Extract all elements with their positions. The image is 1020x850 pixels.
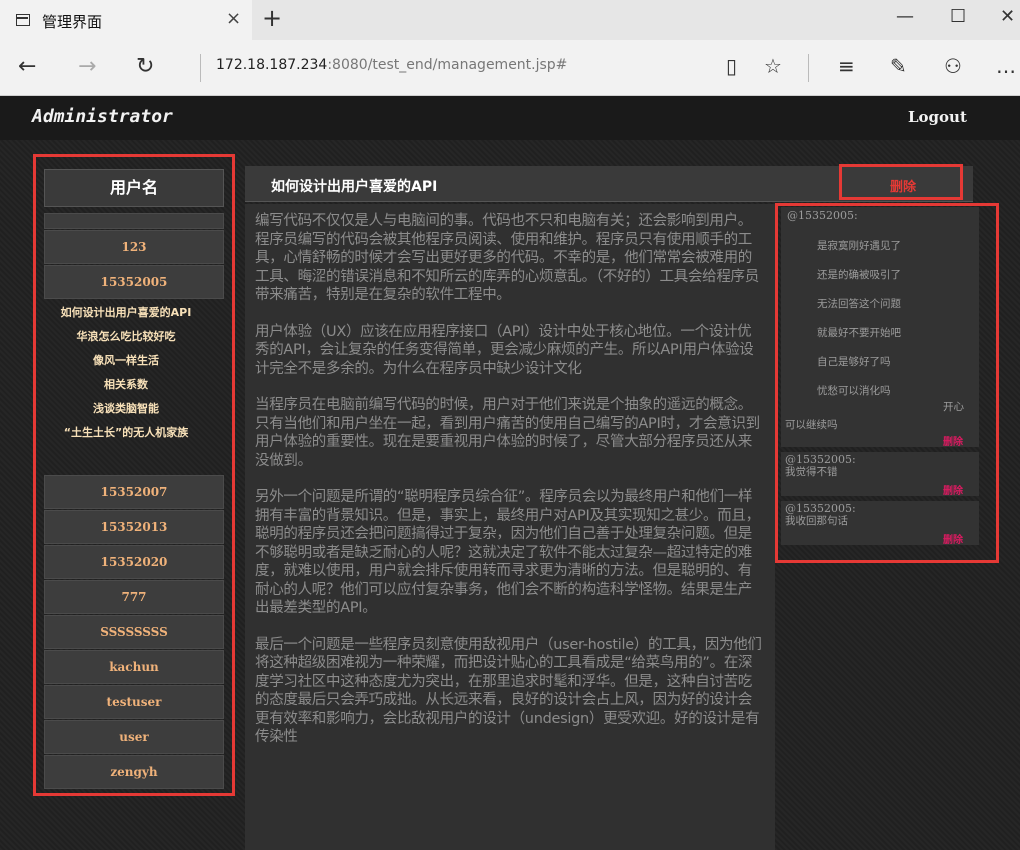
comment-item: @15352005: 我觉得不错 删除 bbox=[781, 452, 979, 497]
user-item[interactable] bbox=[44, 213, 224, 229]
comment-line: 忧愁可以消化吗 bbox=[817, 385, 891, 397]
user-item[interactable]: 15352020 bbox=[44, 545, 224, 579]
article-item[interactable]: “土生土长”的无人机家族 bbox=[30, 421, 222, 445]
article-item[interactable]: 如何设计出用户喜爱的API bbox=[30, 301, 222, 325]
address-bar[interactable]: 172.18.187.234:8080/test_end/management.… bbox=[216, 57, 567, 73]
hub-icon[interactable]: ≡ bbox=[838, 54, 855, 78]
article-paragraph: 用户体验（UX）应该在应用程序接口（API）设计中处于核心地位。一个设计优秀的A… bbox=[255, 323, 754, 377]
logout-link[interactable]: Logout bbox=[908, 108, 967, 126]
comment-user: @15352005: bbox=[787, 209, 858, 222]
back-icon[interactable]: ← bbox=[18, 54, 36, 79]
browser-nav-bar: ← → ↻ 172.18.187.234:8080/test_end/manag… bbox=[0, 40, 1020, 96]
app-header: Administrator Logout bbox=[0, 96, 1020, 140]
refresh-icon[interactable]: ↻ bbox=[136, 54, 154, 79]
comment-line: 是寂寞刚好遇见了 bbox=[817, 240, 901, 252]
reading-view-icon[interactable]: ▯ bbox=[726, 54, 737, 78]
comment-line: 还是的确被吸引了 bbox=[817, 269, 901, 281]
delete-comment-button[interactable]: 删除 bbox=[943, 433, 963, 448]
url-path: :8080/test_end/management.jsp# bbox=[327, 57, 568, 73]
comment-line: 开心 bbox=[943, 401, 964, 413]
close-window-icon[interactable]: ✕ bbox=[1000, 6, 1015, 27]
web-note-icon[interactable]: ✎ bbox=[890, 54, 907, 78]
maximize-icon[interactable]: ☐ bbox=[950, 6, 966, 27]
user-list-top: 123 15352005 bbox=[44, 213, 224, 300]
comment-line: 就最好不要开始吧 bbox=[817, 327, 901, 339]
delete-comment-button[interactable]: 删除 bbox=[943, 531, 963, 546]
user-item[interactable]: 15352005 bbox=[44, 265, 224, 299]
article-item[interactable]: 相关系数 bbox=[30, 373, 222, 397]
user-item[interactable]: user bbox=[44, 720, 224, 754]
user-list-bottom: 15352007 15352013 15352020 777 SSSSSSSS … bbox=[44, 475, 224, 790]
user-item[interactable]: 777 bbox=[44, 580, 224, 614]
user-item[interactable]: SSSSSSSS bbox=[44, 615, 224, 649]
minimize-icon[interactable]: — bbox=[896, 6, 914, 27]
comment-line: 可以继续吗 bbox=[785, 419, 838, 431]
comment-text: 我收回那句话 bbox=[785, 515, 848, 527]
comment-text: 我觉得不错 bbox=[785, 466, 838, 478]
article-paragraph: 最后一个问题是一些程序员刻意使用敌视用户（user-hostile）的工具，因为… bbox=[255, 636, 762, 746]
article-item[interactable]: 浅谈类脑智能 bbox=[30, 397, 222, 421]
user-item[interactable]: testuser bbox=[44, 685, 224, 719]
toolbar-separator bbox=[808, 54, 809, 82]
more-icon[interactable]: … bbox=[996, 54, 1016, 78]
tab-title: 管理界面 bbox=[42, 13, 103, 31]
article-item[interactable]: 华浪怎么吃比较好吃 bbox=[30, 325, 222, 349]
tab-close-button[interactable]: × bbox=[226, 8, 241, 29]
user-item[interactable]: 15352013 bbox=[44, 510, 224, 544]
article-paragraph: 当程序员在电脑前编写代码的时候，用户对于他们来说是个抽象的遥远的概念。只有当他们… bbox=[255, 397, 760, 469]
comments-panel: @15352005: 是寂寞刚好遇见了 还是的确被吸引了 无法回答这个问题 就最… bbox=[775, 203, 999, 563]
user-item[interactable]: kachun bbox=[44, 650, 224, 684]
app-title: Administrator bbox=[32, 106, 173, 127]
url-host: 172.18.187.234 bbox=[216, 57, 328, 73]
browser-tab-bar: 管理界面 × + — ☐ ✕ bbox=[0, 0, 1020, 40]
article-title: 如何设计出用户喜爱的API bbox=[271, 179, 438, 195]
nav-separator bbox=[200, 54, 201, 82]
comment-item: @15352005: 我收回那句话 删除 bbox=[781, 501, 979, 546]
comment-item: @15352005: 是寂寞刚好遇见了 还是的确被吸引了 无法回答这个问题 就最… bbox=[781, 207, 979, 448]
new-tab-button[interactable]: + bbox=[262, 4, 282, 32]
user-item[interactable]: 123 bbox=[44, 230, 224, 264]
user-item[interactable]: 15352007 bbox=[44, 475, 224, 509]
article-paragraph: 另外一个问题是所谓的“聪明程序员综合征”。程序员会以为最终用户和他们一样拥有丰富… bbox=[255, 489, 760, 616]
delete-comment-button[interactable]: 删除 bbox=[943, 482, 963, 497]
favorite-star-icon[interactable]: ☆ bbox=[764, 54, 782, 78]
browser-tab[interactable]: 管理界面 × bbox=[0, 0, 252, 40]
user-sidebar: 用户名 123 15352005 如何设计出用户喜爱的API 华浪怎么吃比较好吃… bbox=[33, 154, 235, 796]
article-body: 编写代码不仅仅是人与电脑间的事。代码也不只和电脑有关；还会影响到用户。程序员编写… bbox=[245, 204, 775, 850]
user-item[interactable]: zengyh bbox=[44, 755, 224, 789]
comment-line: 无法回答这个问题 bbox=[817, 298, 901, 310]
delete-article-button[interactable]: 删除 bbox=[890, 176, 916, 195]
share-icon[interactable]: ⚇ bbox=[944, 54, 962, 78]
delete-article-box: 删除 bbox=[839, 164, 963, 200]
sidebar-header: 用户名 bbox=[44, 169, 224, 207]
article-list: 如何设计出用户喜爱的API 华浪怎么吃比较好吃 像风一样生活 相关系数 浅谈类脑… bbox=[30, 301, 222, 445]
page-icon bbox=[16, 14, 30, 26]
article-paragraph: 编写代码不仅仅是人与电脑间的事。代码也不只和电脑有关；还会影响到用户。程序员编写… bbox=[255, 213, 759, 303]
comment-line: 自己是够好了吗 bbox=[817, 356, 891, 368]
forward-icon[interactable]: → bbox=[78, 54, 96, 79]
article-item[interactable]: 像风一样生活 bbox=[30, 349, 222, 373]
